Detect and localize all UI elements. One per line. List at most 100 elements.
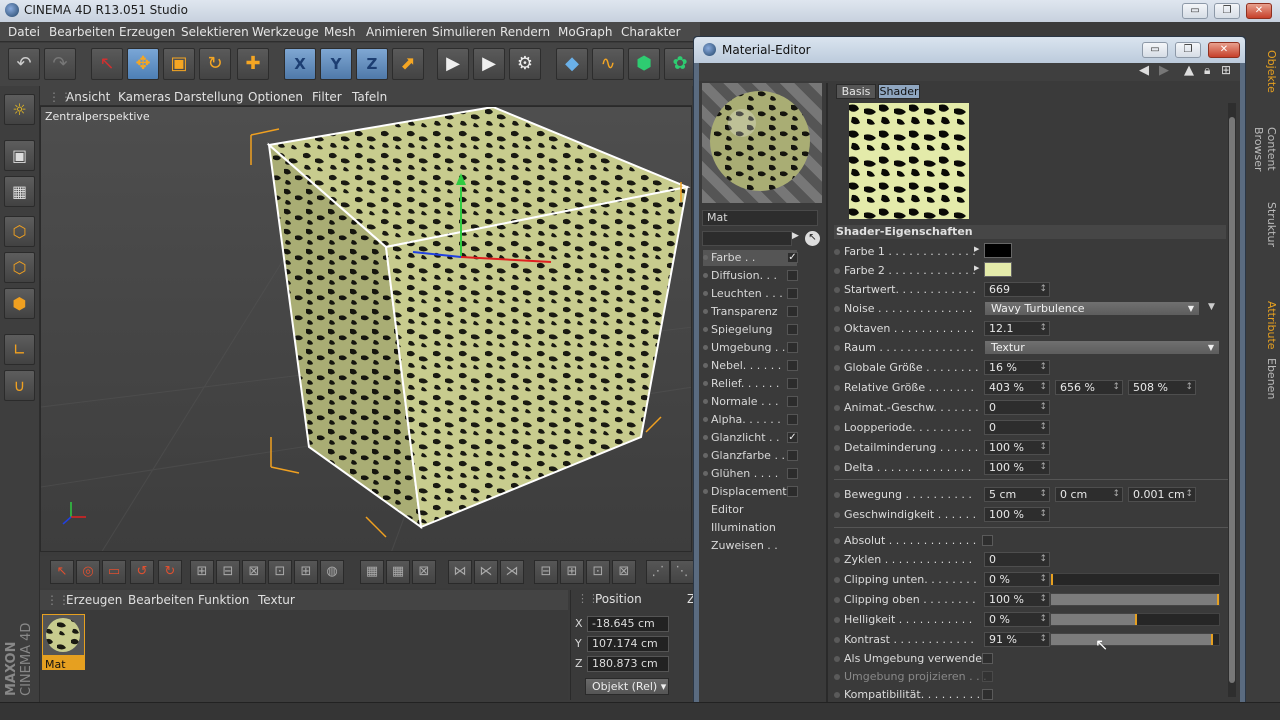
3d-viewport[interactable]: Zentralperspektive [40, 106, 692, 552]
oktaven-field[interactable]: 12.1 [984, 321, 1050, 336]
mograph-cloner-icon[interactable]: ✿ [664, 48, 696, 80]
me-maximize-button[interactable]: ❐ [1175, 42, 1201, 58]
relative-groesse-z-field[interactable]: 508 % [1128, 380, 1196, 395]
z-axis-lock-button[interactable]: Z [356, 48, 388, 80]
umgebung-projizieren-checkbox[interactable] [982, 671, 993, 682]
channel-normale-checkbox[interactable] [787, 396, 798, 407]
channel-farbe[interactable]: Farbe . . ✓ [703, 250, 798, 266]
object-mode-icon[interactable]: ▣ [4, 140, 35, 171]
polygons-mode-icon[interactable]: ⬢ [4, 288, 35, 319]
kompatibilitaet-checkbox[interactable] [982, 689, 993, 700]
viewport-menu-kameras[interactable]: Kameras [118, 90, 171, 104]
channel-glanzlicht-checkbox[interactable]: ✓ [787, 432, 798, 443]
geschwindigkeit-field[interactable]: 100 % [984, 507, 1050, 522]
tab-basis[interactable]: Basis [836, 84, 876, 99]
tab-ebenen[interactable]: Ebenen [1260, 358, 1278, 399]
channel-farbe-checkbox[interactable]: ✓ [787, 252, 798, 263]
mesh-tool-3-icon[interactable]: ⊠ [242, 560, 266, 584]
viewport-menu-filter[interactable]: Filter [312, 90, 342, 104]
position-x-field[interactable]: -18.645 cm [587, 616, 669, 632]
deform-tool-1-icon[interactable]: ⋈ [448, 560, 472, 584]
grid-tool-2-icon[interactable]: ▦ [386, 560, 410, 584]
undo-icon[interactable]: ↶ [8, 48, 40, 80]
material-preview[interactable] [702, 83, 822, 203]
link-editor[interactable]: Editor [711, 503, 744, 516]
misc-tool-1-icon[interactable]: ⋰ [646, 560, 670, 584]
render-settings-icon[interactable]: ⚙ [509, 48, 541, 80]
menu-mograph[interactable]: MoGraph [558, 25, 613, 39]
menu-datei[interactable]: Datei [8, 25, 40, 39]
me-minimize-button[interactable]: ▭ [1142, 42, 1168, 58]
menu-erzeugen[interactable]: Erzeugen [119, 25, 175, 39]
render-picture-viewer-icon[interactable]: ▶ [473, 48, 505, 80]
farbe2-expand-icon[interactable]: ▶ [974, 264, 979, 272]
als-umgebung-checkbox[interactable] [982, 653, 993, 664]
points-mode-icon[interactable]: ⬡ [4, 216, 35, 247]
clipping-unten-slider[interactable] [1050, 573, 1220, 586]
nurbs-icon[interactable]: ⬢ [628, 48, 660, 80]
new-window-icon[interactable]: ⊞ [1221, 63, 1231, 77]
material-menu-funktion[interactable]: Funktion [198, 593, 249, 607]
link-illumination[interactable]: Illumination [711, 521, 776, 534]
bewegung-z-field[interactable]: 0.001 cm [1128, 487, 1196, 502]
channel-alpha[interactable]: Alpha. . . . . . [703, 412, 798, 428]
redo-icon[interactable]: ↷ [44, 48, 76, 80]
grid-tool-3-icon[interactable]: ⊠ [412, 560, 436, 584]
lock-icon[interactable]: 🔒︎ [1204, 63, 1210, 78]
channel-glanzfarbe-checkbox[interactable] [787, 450, 798, 461]
menu-werkzeuge[interactable]: Werkzeuge [252, 25, 319, 39]
relative-groesse-y-field[interactable]: 656 % [1055, 380, 1123, 395]
axis-mode-icon[interactable]: ∟ [4, 334, 35, 365]
loopperiode-field[interactable]: 0 [984, 420, 1050, 435]
menu-bearbeiten[interactable]: Bearbeiten [49, 25, 115, 39]
me-close-button[interactable]: ✕ [1208, 42, 1240, 58]
raum-dropdown[interactable]: Textur [984, 340, 1220, 355]
mesh-tool-5-icon[interactable]: ⊞ [294, 560, 318, 584]
channel-glanzfarbe[interactable]: Glanzfarbe . . [703, 448, 798, 464]
channel-diffusion-checkbox[interactable] [787, 270, 798, 281]
noise-dropdown[interactable]: Wavy Turbulence [984, 301, 1200, 316]
cube-primitive-icon[interactable]: ◆ [556, 48, 588, 80]
snap-tool-4-icon[interactable]: ⊠ [612, 560, 636, 584]
channel-pointer-icon[interactable]: ↖ [805, 231, 820, 246]
params-scrollbar-thumb[interactable] [1229, 117, 1235, 683]
channel-alpha-checkbox[interactable] [787, 414, 798, 425]
poly-select-icon[interactable]: ↻ [158, 560, 182, 584]
clipping-unten-field[interactable]: 0 % [984, 572, 1050, 587]
helligkeit-slider[interactable] [1050, 613, 1220, 626]
tab-shader[interactable]: Shader [878, 84, 920, 99]
snap-tool-1-icon[interactable]: ⊟ [534, 560, 558, 584]
app-close-button[interactable]: ✕ [1246, 3, 1272, 19]
channel-normale[interactable]: Normale . . . [703, 394, 798, 410]
app-minimize-button[interactable]: ▭ [1182, 3, 1208, 19]
edges-mode-icon[interactable]: ⬡ [4, 252, 35, 283]
channel-spiegelung[interactable]: Spiegelung [703, 322, 798, 338]
material-menu-erzeugen[interactable]: Erzeugen [66, 593, 122, 607]
coord-mode-dropdown[interactable]: Objekt (Rel) ▾ [585, 678, 669, 695]
material-name-field[interactable]: Mat [702, 210, 818, 226]
detailminderung-field[interactable]: 100 % [984, 440, 1050, 455]
viewport-menu-darstellung[interactable]: Darstellung [174, 90, 243, 104]
noise-menu-icon[interactable]: ▼ [1208, 302, 1215, 312]
menu-mesh[interactable]: Mesh [324, 25, 356, 39]
grid-tool-1-icon[interactable]: ▦ [360, 560, 384, 584]
material-thumbnail[interactable]: Mat [42, 614, 85, 671]
bewegung-y-field[interactable]: 0 cm [1055, 487, 1123, 502]
channel-relief[interactable]: Relief. . . . . . [703, 376, 798, 392]
tab-attribute[interactable]: Attribute [1260, 300, 1278, 350]
mesh-tool-4-icon[interactable]: ⊡ [268, 560, 292, 584]
move-tool-icon[interactable]: ✥ [127, 48, 159, 80]
kontrast-field[interactable]: 91 % [984, 632, 1050, 647]
channel-relief-checkbox[interactable] [787, 378, 798, 389]
magnet-icon[interactable]: ∪ [4, 370, 35, 401]
scale-tool-icon[interactable]: ▣ [163, 48, 195, 80]
channel-umgebung-checkbox[interactable] [787, 342, 798, 353]
channel-displacement[interactable]: Displacement [703, 484, 798, 500]
farbe1-expand-icon[interactable]: ▶ [974, 245, 979, 253]
channel-expand-icon[interactable]: ▶ [792, 231, 802, 246]
clipping-oben-field[interactable]: 100 % [984, 592, 1050, 607]
relative-groesse-x-field[interactable]: 403 % [984, 380, 1050, 395]
startwert-field[interactable]: 669 [984, 282, 1050, 297]
box-select-icon[interactable]: ▭ [102, 560, 126, 584]
channel-glanzlicht[interactable]: Glanzlicht . . ✓ [703, 430, 798, 446]
